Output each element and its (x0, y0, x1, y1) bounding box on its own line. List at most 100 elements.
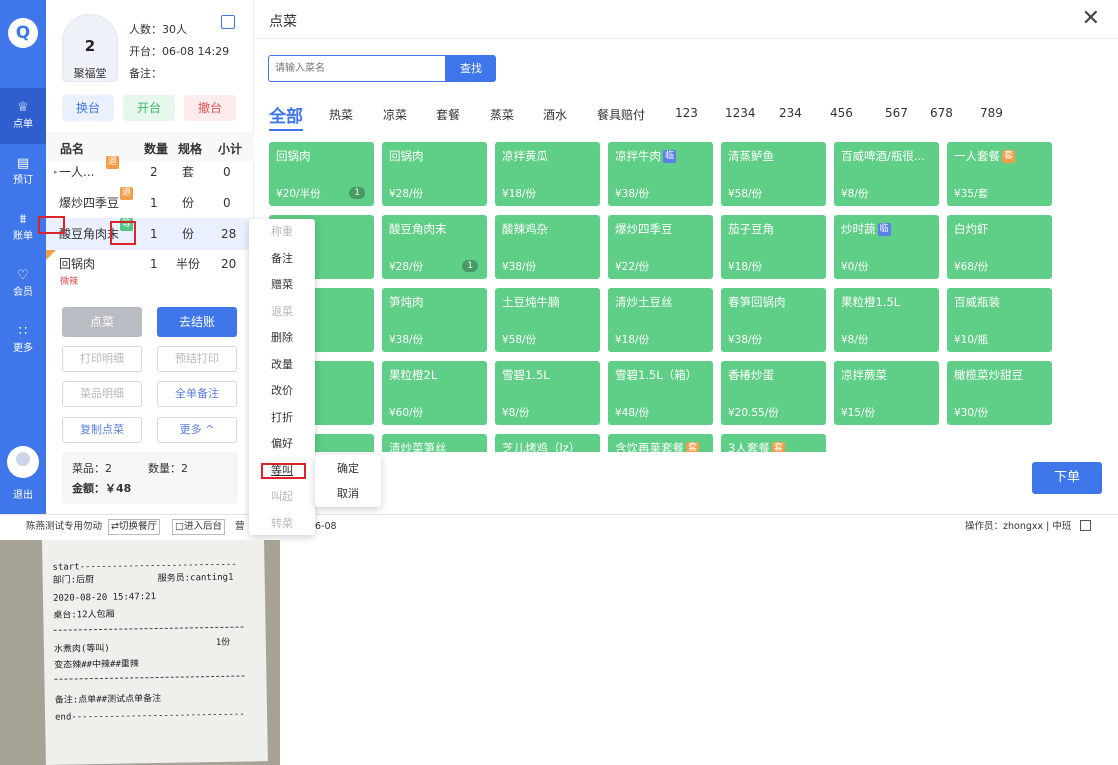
context-menu-item[interactable]: 称重 (249, 222, 315, 242)
dish-price: ¥10/瓶 (954, 334, 989, 346)
context-menu-item[interactable]: 转菜 (249, 514, 315, 534)
nav-item-member[interactable]: ♡ 会员 (0, 256, 46, 312)
dish-card[interactable]: 酸豆角肉末 ¥28/份 1 (382, 215, 487, 279)
context-menu-item[interactable]: 改价 (249, 381, 315, 401)
dish-card[interactable]: 果粒橙2L ¥60/份 (382, 361, 487, 425)
category-tab[interactable]: 凉菜 (383, 106, 407, 123)
table-number: 2 (84, 37, 96, 55)
dish-card[interactable]: 雪碧1.5L ¥8/份 (495, 361, 600, 425)
dish-card[interactable]: 果粒橙1.5L ¥8/份 (834, 288, 939, 352)
row-flavor-note: 微辣 (60, 277, 79, 287)
category-tab[interactable]: 全部 (269, 102, 303, 131)
dish-card[interactable]: 3人套餐套 (721, 434, 826, 452)
category-tab[interactable]: 234 (779, 106, 802, 120)
dish-search-input[interactable] (268, 55, 446, 82)
order-note-button[interactable]: 全单备注 (157, 381, 237, 407)
dish-card[interactable]: 回锅肉 ¥20/半份 1 (269, 142, 374, 206)
dish-price: ¥58/份 (502, 334, 537, 346)
fullscreen-icon[interactable] (1080, 520, 1091, 531)
nav-item-booking[interactable]: ▤ 预订 (0, 144, 46, 200)
dish-name: 百威瓶装 (954, 295, 1000, 309)
dish-card[interactable]: 回锅肉 ¥28/份 (382, 142, 487, 206)
order-row[interactable]: ▸ 一人... 套退 2 套 0 (46, 156, 254, 188)
category-tab[interactable]: 套餐 (436, 106, 460, 123)
dish-name: 橄榄菜炒甜豆 (954, 368, 1023, 382)
category-tab[interactable]: 餐具赔付 (597, 106, 645, 123)
dish-detail-button[interactable]: 菜品明细 (62, 381, 142, 407)
category-tab[interactable]: 123 (675, 106, 698, 120)
nav-item-order[interactable]: ♕ 点单 (0, 88, 46, 144)
dish-name: 清炒菜笋丝 (389, 441, 447, 452)
dish-card[interactable]: 含饮再莱套餐套 (608, 434, 713, 452)
switch-restaurant-button[interactable]: ⇄切换餐厅 (108, 519, 160, 535)
confirm-menu-item[interactable]: 确定 (315, 459, 381, 479)
dish-card[interactable]: 凉拌黄瓜 ¥18/份 (495, 142, 600, 206)
context-menu-item[interactable]: 备注 (249, 249, 315, 269)
dish-card[interactable]: 雪碧1.5L（箱） ¥48/份 (608, 361, 713, 425)
category-tab[interactable]: 蒸菜 (490, 106, 514, 123)
dish-card[interactable]: 香椿炒蛋 ¥20.55/份 (721, 361, 826, 425)
category-tab[interactable]: 678 (930, 106, 953, 120)
dish-card[interactable]: 爆炒四季豆 ¥22/份 (608, 215, 713, 279)
order-row-selected[interactable]: 酸豆角肉末 等 1 份 28 (46, 218, 254, 250)
dish-card[interactable]: 白灼虾 ¥68/份 (947, 215, 1052, 279)
order-dish-button[interactable]: 点菜 (62, 307, 142, 337)
context-menu-item[interactable]: 打折 (249, 408, 315, 428)
category-tab[interactable]: 789 (980, 106, 1003, 120)
context-menu-item[interactable]: 赠菜 (249, 275, 315, 295)
dish-card[interactable]: 橄榄菜炒甜豆 ¥30/份 (947, 361, 1052, 425)
close-icon[interactable]: ✕ (1082, 6, 1100, 31)
submit-order-button[interactable]: 下单 (1032, 462, 1102, 494)
search-button[interactable]: 查找 (446, 55, 496, 82)
dish-card[interactable]: 百威瓶装 ¥10/瓶 (947, 288, 1052, 352)
enter-backend-button[interactable]: □进入后台 (172, 519, 225, 535)
dish-price: ¥20/半份 (276, 188, 321, 200)
context-menu-item[interactable]: 删除 (249, 328, 315, 348)
dish-card[interactable]: 茄子豆角 ¥18/份 (721, 215, 826, 279)
category-tab[interactable]: 456 (830, 106, 853, 120)
more-button[interactable]: 更多 ^ (157, 417, 237, 443)
dish-price: ¥38/份 (615, 188, 650, 200)
nav-item-more[interactable]: ∷ 更多 (0, 312, 46, 368)
dish-card[interactable]: 酸辣鸡杂 ¥38/份 (495, 215, 600, 279)
category-tab[interactable]: 酒水 (543, 106, 567, 123)
side-nav: Q ♕ 点单 ▤ 预订 ⩩ 账单 ♡ 会员 ∷ 更多 退出 (0, 0, 46, 514)
category-tab[interactable]: 热菜 (329, 106, 353, 123)
dish-name: 3人套餐套 (728, 441, 819, 452)
dish-card[interactable]: 凉拌牛肉临 ¥38/份 (608, 142, 713, 206)
context-menu-item[interactable]: 等叫 (249, 461, 315, 481)
context-menu-item[interactable]: 改量 (249, 355, 315, 375)
context-menu-item[interactable]: 叫起 (249, 487, 315, 507)
dish-name: 清炒土豆丝 (615, 295, 673, 309)
logout-button[interactable]: 退出 (0, 446, 46, 501)
context-menu-item[interactable]: 偏好 (249, 434, 315, 454)
checkout-button[interactable]: 去结账 (157, 307, 237, 337)
dish-price: ¥20.55/份 (728, 407, 779, 419)
table-name: 聚福堂 (73, 67, 107, 80)
category-tab[interactable]: 567 (885, 106, 908, 120)
print-detail-button[interactable]: 打印明细 (62, 346, 142, 372)
dish-card[interactable]: 清炒土豆丝 ¥18/份 (608, 288, 713, 352)
dish-price: ¥38/份 (389, 334, 424, 346)
change-table-button[interactable]: 换台 (62, 95, 114, 121)
context-menu-item[interactable]: 退菜 (249, 302, 315, 322)
cancel-table-button[interactable]: 撤台 (184, 95, 236, 121)
dish-card[interactable]: 春笋回锅肉 ¥38/份 (721, 288, 826, 352)
copy-order-button[interactable]: 复制点菜 (62, 417, 142, 443)
open-table-button[interactable]: 开台 (123, 95, 175, 121)
dish-card[interactable]: 土豆炖牛腩 ¥58/份 (495, 288, 600, 352)
category-tab[interactable]: 1234 (725, 106, 756, 120)
order-row[interactable]: 爆炒四季豆 退 1 份 0 (46, 187, 254, 219)
dish-card[interactable]: 炒时蔬临 ¥0/份 (834, 215, 939, 279)
dish-card[interactable]: 清蒸鲈鱼 ¥58/份 (721, 142, 826, 206)
cancel-menu-item[interactable]: 取消 (315, 484, 381, 504)
dish-card[interactable]: 清炒菜笋丝 (382, 434, 487, 452)
order-panel: 2 聚福堂 人数：30人 开台：06-08 14:29 备注： 换台 开台 撤台… (38, 0, 254, 514)
edit-icon[interactable] (221, 15, 235, 29)
dish-card[interactable]: 芝儿烤鸡（lz） (495, 434, 600, 452)
dish-card[interactable]: 笋炖肉 ¥38/份 (382, 288, 487, 352)
dish-card[interactable]: 凉拌蕨菜 ¥15/份 (834, 361, 939, 425)
pre-settle-print-button[interactable]: 预结打印 (157, 346, 237, 372)
dish-card[interactable]: 一人套餐套 ¥35/套 (947, 142, 1052, 206)
dish-card[interactable]: 百威啤酒/瓶很... ¥8/份 (834, 142, 939, 206)
